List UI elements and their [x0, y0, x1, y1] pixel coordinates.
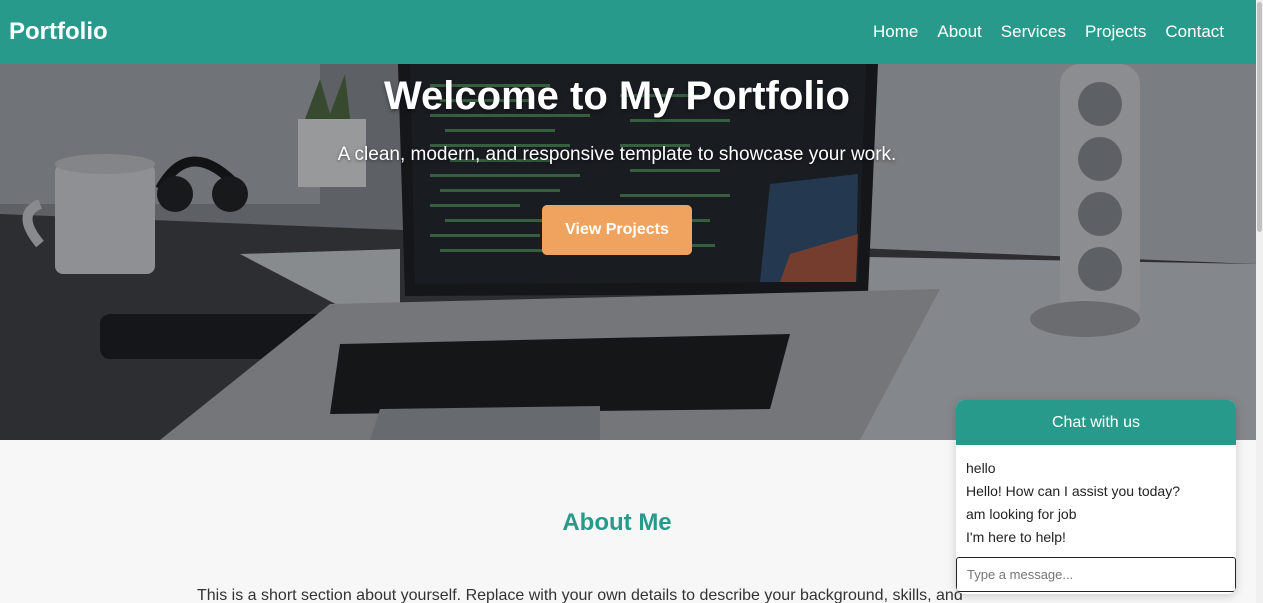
- nav-link-services[interactable]: Services: [1001, 22, 1066, 42]
- chat-widget: Chat with us hello Hello! How can I assi…: [956, 400, 1236, 594]
- nav-link-projects[interactable]: Projects: [1085, 22, 1146, 42]
- chat-message-input[interactable]: [956, 557, 1236, 592]
- page: Portfolio Home About Services Projects C…: [0, 0, 1263, 603]
- hero-content: Welcome to My Portfolio A clean, modern,…: [0, 64, 1234, 255]
- scrollbar-thumb[interactable]: [1257, 2, 1262, 232]
- chat-message: am looking for job: [966, 506, 1077, 522]
- page-scrollbar[interactable]: [1256, 0, 1263, 603]
- chat-message: Hello! How can I assist you today?: [966, 483, 1180, 499]
- brand-logo[interactable]: Portfolio: [9, 18, 108, 46]
- view-projects-button[interactable]: View Projects: [542, 205, 692, 255]
- hero-subtitle: A clean, modern, and responsive template…: [337, 144, 897, 165]
- about-text: This is a short section about yourself. …: [197, 587, 963, 603]
- chat-message: hello: [966, 460, 996, 476]
- chat-messages: hello Hello! How can I assist you today?…: [956, 445, 1236, 557]
- nav-link-contact[interactable]: Contact: [1165, 22, 1224, 42]
- hero-title: Welcome to My Portfolio: [384, 74, 850, 118]
- hero-section: Welcome to My Portfolio A clean, modern,…: [0, 64, 1256, 440]
- chat-header[interactable]: Chat with us: [956, 400, 1236, 445]
- chat-message: I'm here to help!: [966, 529, 1066, 545]
- nav-link-home[interactable]: Home: [873, 22, 918, 42]
- navbar: Portfolio Home About Services Projects C…: [0, 0, 1256, 64]
- nav-links: Home About Services Projects Contact: [873, 22, 1247, 42]
- nav-link-about[interactable]: About: [937, 22, 981, 42]
